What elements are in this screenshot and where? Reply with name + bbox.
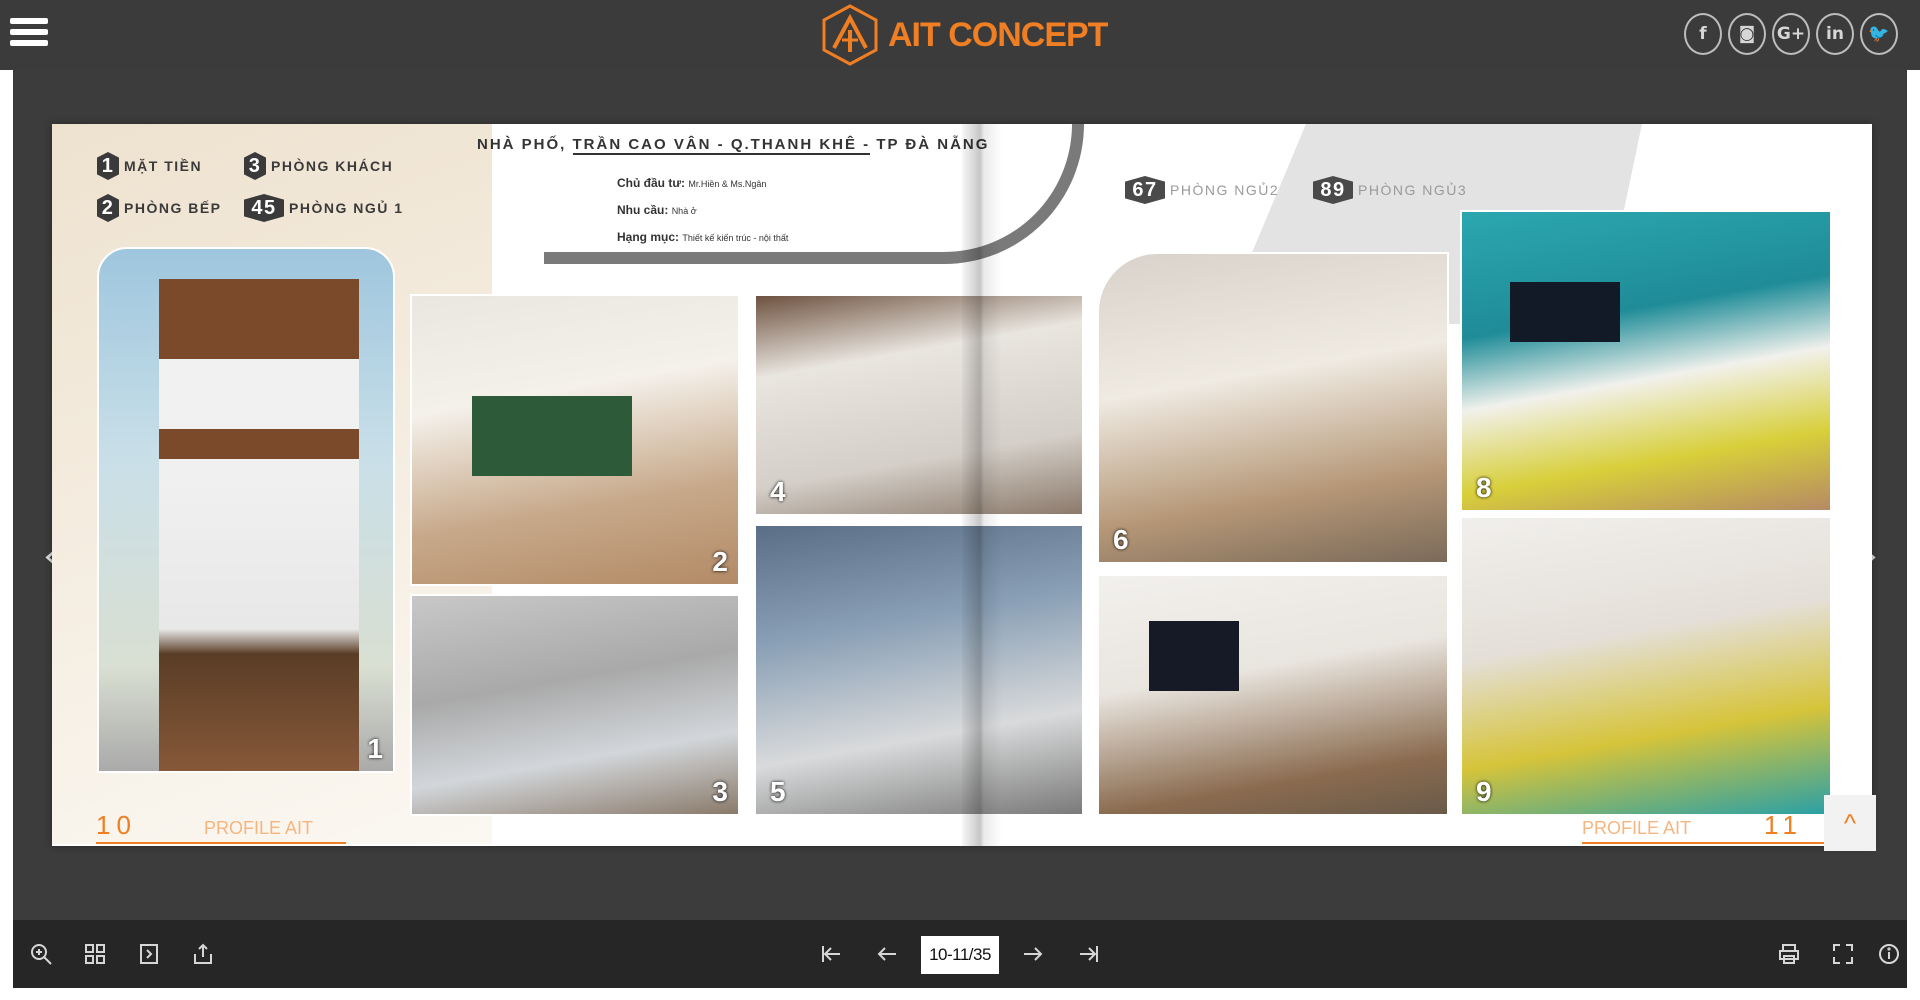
page-indicator-input[interactable]: 10-11/35 bbox=[921, 936, 999, 974]
left-page-footer-label: PROFILE AIT bbox=[204, 818, 314, 838]
building-illustration bbox=[159, 279, 359, 771]
legend-item-phong-ngu-1: 45 PHÒNG NGỦ 1 bbox=[244, 194, 404, 222]
photo-number: 8 bbox=[1476, 472, 1492, 503]
legend-label: PHÒNG BẾP bbox=[124, 200, 222, 216]
info-icon[interactable] bbox=[1873, 938, 1905, 970]
facade-photo: 1 bbox=[97, 247, 395, 773]
legend-label: PHÒNG NGỦ 1 bbox=[289, 200, 404, 216]
last-page-icon[interactable] bbox=[1073, 938, 1105, 970]
right-page-footer-label: PROFILE AIT bbox=[1582, 818, 1692, 838]
legend-item-phong-bep: 2 PHÒNG BẾP bbox=[97, 194, 222, 222]
legend-badge: 3 bbox=[244, 152, 266, 180]
living-room-photo: 3 bbox=[410, 594, 740, 816]
legend-label: PHÒNG NGỦ2 bbox=[1170, 182, 1280, 198]
photo-number: 9 bbox=[1476, 776, 1492, 807]
right-page-number: 11 bbox=[1764, 810, 1803, 840]
bedroom-2-photo-a: 6 bbox=[1097, 252, 1449, 564]
bedroom-3-photo-a: 8 bbox=[1460, 210, 1832, 512]
bedroom-1-photo-b: 5 bbox=[754, 524, 1084, 816]
next-page-icon[interactable] bbox=[1017, 938, 1049, 970]
kitchen-backsplash-shape bbox=[472, 396, 632, 476]
thumbnails-icon[interactable] bbox=[79, 938, 111, 970]
legend-badge: 67 bbox=[1125, 176, 1165, 204]
book-spread[interactable]: 1 MẶT TIỀN 3 PHÒNG KHÁCH 2 PHÒNG BẾP 45 … bbox=[52, 124, 1872, 846]
legend-badge: 1 bbox=[97, 152, 119, 180]
project-title-prefix: NHÀ PHỐ, bbox=[477, 136, 573, 153]
twitter-icon[interactable]: 🐦 bbox=[1860, 13, 1898, 55]
legend-item-phong-ngu-3: 89 PHÒNG NGỦ3 bbox=[1313, 176, 1467, 204]
wall-art-shape bbox=[1510, 282, 1620, 342]
left-page-number: 10 bbox=[96, 810, 137, 840]
meta-need: Nhu cầu: Nhà ở bbox=[617, 203, 697, 217]
legend-badge: 89 bbox=[1313, 176, 1353, 204]
legend-label: PHÒNG KHÁCH bbox=[271, 158, 394, 174]
linkedin-icon[interactable]: in bbox=[1816, 13, 1854, 55]
legend-item-mat-tien: 1 MẶT TIỀN bbox=[97, 152, 202, 180]
brand-name: AIT CONCEPT bbox=[888, 15, 1108, 54]
instagram-icon[interactable]: ◙ bbox=[1728, 13, 1766, 55]
photo-number: 6 bbox=[1113, 524, 1129, 555]
wall-art-shape bbox=[1149, 621, 1239, 691]
print-icon[interactable] bbox=[1773, 938, 1805, 970]
legend-item-phong-khach: 3 PHÒNG KHÁCH bbox=[244, 152, 393, 180]
flipbook-stage: ‹ › 1 MẶT TIỀN 3 PHÒNG KHÁCH 2 PHÒNG BẾP… bbox=[13, 70, 1907, 920]
photo-number: 2 bbox=[712, 546, 728, 577]
brand-emblem-icon bbox=[822, 4, 878, 66]
meta-investor: Chủ đầu tư: Mr.Hiền & Ms.Ngân bbox=[617, 176, 767, 190]
social-links: f ◙ G+ in 🐦 bbox=[1684, 13, 1898, 55]
photo-number: 3 bbox=[712, 776, 728, 807]
facebook-icon[interactable]: f bbox=[1684, 13, 1722, 55]
kitchen-photo: 2 bbox=[410, 294, 740, 586]
zoom-in-icon[interactable] bbox=[25, 938, 57, 970]
top-header: AIT CONCEPT f ◙ G+ in 🐦 bbox=[0, 0, 1920, 70]
bottom-toolbar: 10-11/35 bbox=[13, 920, 1907, 988]
left-footer-rule bbox=[96, 842, 346, 844]
previous-page-icon[interactable] bbox=[871, 938, 903, 970]
first-page-icon[interactable] bbox=[815, 938, 847, 970]
project-title: NHÀ PHỐ, TRẦN CAO VÂN - Q.THANH KHÊ - TP… bbox=[477, 136, 989, 155]
legend-item-phong-ngu-2: 67 PHÒNG NGỦ2 bbox=[1125, 176, 1279, 204]
brand-logo-link[interactable]: AIT CONCEPT bbox=[822, 4, 1108, 66]
bedroom-3-photo-b: 9 bbox=[1460, 516, 1832, 816]
meta-scope: Hạng mục: Thiết kế kiến trúc - nội thất bbox=[617, 230, 789, 244]
legend-label: MẶT TIỀN bbox=[124, 158, 203, 174]
legend-badge: 2 bbox=[97, 194, 119, 222]
bedroom-2-photo-b bbox=[1097, 574, 1449, 816]
project-meta: Chủ đầu tư: Mr.Hiền & Ms.Ngân Nhu cầu: N… bbox=[617, 170, 788, 251]
book-spine-shadow bbox=[962, 124, 1002, 846]
bedroom-1-photo-a: 4 bbox=[754, 294, 1084, 516]
share-icon[interactable] bbox=[187, 938, 219, 970]
photo-number: 4 bbox=[770, 476, 786, 507]
right-footer-rule bbox=[1582, 842, 1824, 844]
legend-badge: 45 bbox=[244, 194, 284, 222]
google-plus-icon[interactable]: G+ bbox=[1772, 13, 1810, 55]
project-title-location: TRẦN CAO VÂN - Q.THANH KHÊ - bbox=[572, 136, 871, 155]
legend-label: PHÒNG NGỦ3 bbox=[1358, 182, 1468, 198]
photo-number: 5 bbox=[770, 776, 786, 807]
hamburger-icon[interactable] bbox=[10, 18, 48, 52]
photo-number: 1 bbox=[367, 733, 383, 764]
chevron-up-icon[interactable]: ^ bbox=[1824, 795, 1876, 851]
table-of-contents-icon[interactable] bbox=[133, 938, 165, 970]
fullscreen-icon[interactable] bbox=[1827, 938, 1859, 970]
